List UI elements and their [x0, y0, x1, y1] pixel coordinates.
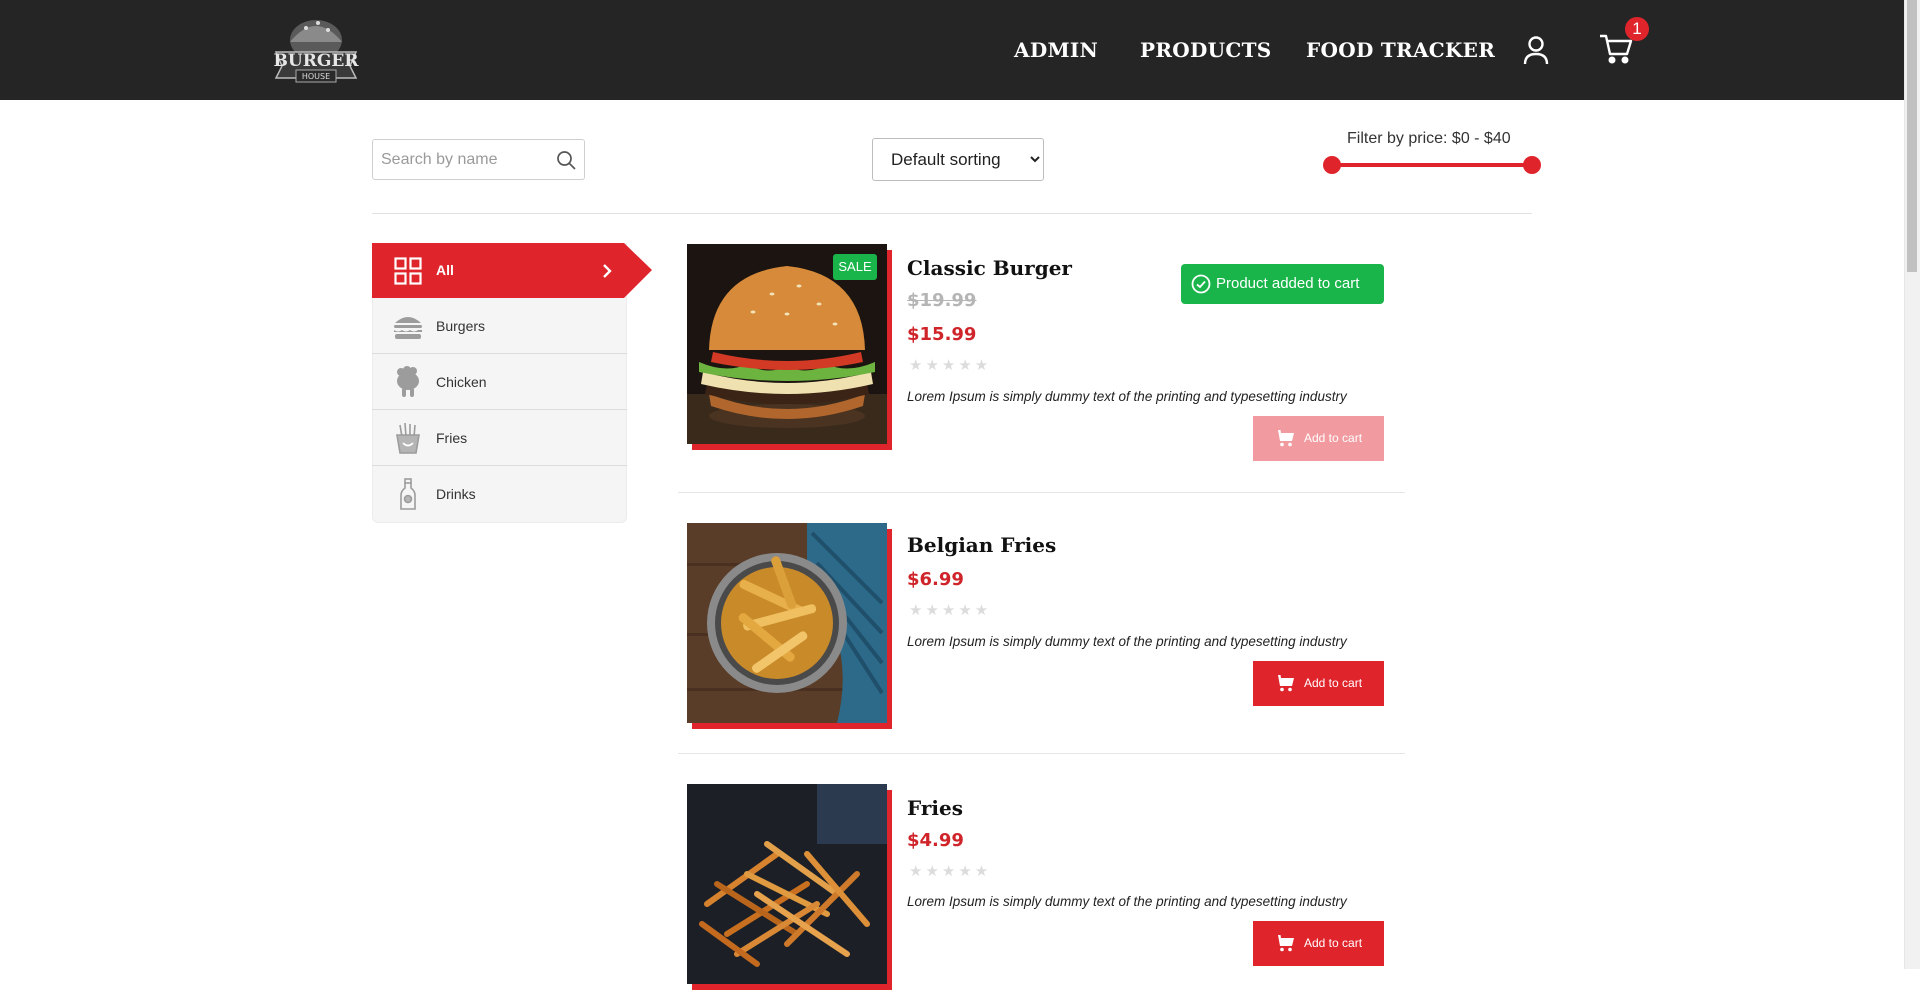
nav-food-tracker[interactable]: FOOD TRACKER	[1306, 38, 1495, 62]
add-to-cart-button[interactable]: Add to cart	[1253, 416, 1384, 461]
price-slider-max-handle[interactable]	[1523, 156, 1541, 174]
category-label: All	[436, 262, 454, 278]
category-label: Fries	[436, 430, 468, 446]
category-drinks[interactable]: Drinks	[372, 466, 627, 522]
product-description: Lorem Ipsum is simply dummy text of the …	[907, 389, 1347, 404]
product-old-price: $19.99	[907, 290, 977, 311]
category-label: Burgers	[436, 318, 486, 334]
search-icon[interactable]	[556, 150, 576, 170]
user-icon[interactable]	[1520, 34, 1552, 66]
category-all[interactable]: All	[372, 243, 652, 298]
nav-products[interactable]: PRODUCTS	[1140, 38, 1272, 62]
category-label: Chicken	[436, 374, 487, 390]
grid-icon	[394, 257, 422, 285]
category-chicken[interactable]: Chicken	[372, 354, 627, 410]
svg-text:HOUSE: HOUSE	[302, 72, 330, 81]
product-name[interactable]: Fries	[907, 796, 963, 820]
price-filter-label: Filter by price: $0 - $40	[1347, 130, 1511, 147]
cart-add-icon	[1275, 935, 1294, 952]
price-slider-min-handle[interactable]	[1323, 156, 1341, 174]
cart-add-icon	[1275, 675, 1294, 692]
add-to-cart-label: Add to cart	[1304, 676, 1363, 690]
product-description: Lorem Ipsum is simply dummy text of the …	[907, 634, 1347, 649]
check-circle-icon	[1191, 274, 1211, 294]
product-rating-stars: ★★★★★	[909, 357, 992, 374]
product-image[interactable]	[687, 784, 887, 984]
sort-select[interactable]: Default sorting	[872, 138, 1044, 181]
sale-badge: SALE	[833, 254, 877, 280]
add-to-cart-button[interactable]: Add to cart	[1253, 921, 1384, 966]
chicken-icon	[397, 366, 419, 397]
product-description: Lorem Ipsum is simply dummy text of the …	[907, 894, 1347, 909]
add-to-cart-label: Add to cart	[1304, 431, 1363, 445]
svg-text:BURGER: BURGER	[274, 51, 360, 71]
fries-icon	[396, 422, 420, 454]
product-price: $4.99	[907, 830, 964, 851]
search-field	[372, 139, 585, 180]
bottle-icon	[400, 478, 416, 510]
burger-house-logo[interactable]: BURGER HOUSE	[270, 8, 362, 92]
category-burgers[interactable]: Burgers	[372, 298, 627, 354]
product-price: $6.99	[907, 569, 964, 590]
product-added-toast: Product added to cart	[1181, 264, 1384, 304]
category-fries[interactable]: Fries	[372, 410, 627, 466]
nav-admin[interactable]: ADMIN	[1014, 38, 1098, 62]
toast-message: Product added to cart	[1216, 275, 1360, 292]
product-divider	[678, 492, 1405, 493]
chevron-right-icon	[603, 264, 612, 278]
add-to-cart-button[interactable]: Add to cart	[1253, 661, 1384, 706]
price-slider-track[interactable]	[1332, 163, 1532, 167]
product-divider	[678, 753, 1405, 754]
product-rating-stars: ★★★★★	[909, 863, 992, 880]
product-price: $15.99	[907, 324, 977, 345]
add-to-cart-label: Add to cart	[1304, 936, 1363, 950]
cart-count-badge: 1	[1625, 17, 1649, 41]
product-rating-stars: ★★★★★	[909, 602, 992, 619]
product-name[interactable]: Classic Burger	[907, 256, 1072, 280]
cart-add-icon	[1275, 430, 1294, 447]
product-image[interactable]	[687, 523, 887, 723]
scrollbar-thumb[interactable]	[1907, 0, 1917, 272]
product-name[interactable]: Belgian Fries	[907, 533, 1056, 557]
filter-divider	[372, 213, 1532, 214]
category-label: Drinks	[436, 486, 476, 502]
burger-icon	[394, 317, 422, 339]
search-input[interactable]	[381, 148, 551, 172]
